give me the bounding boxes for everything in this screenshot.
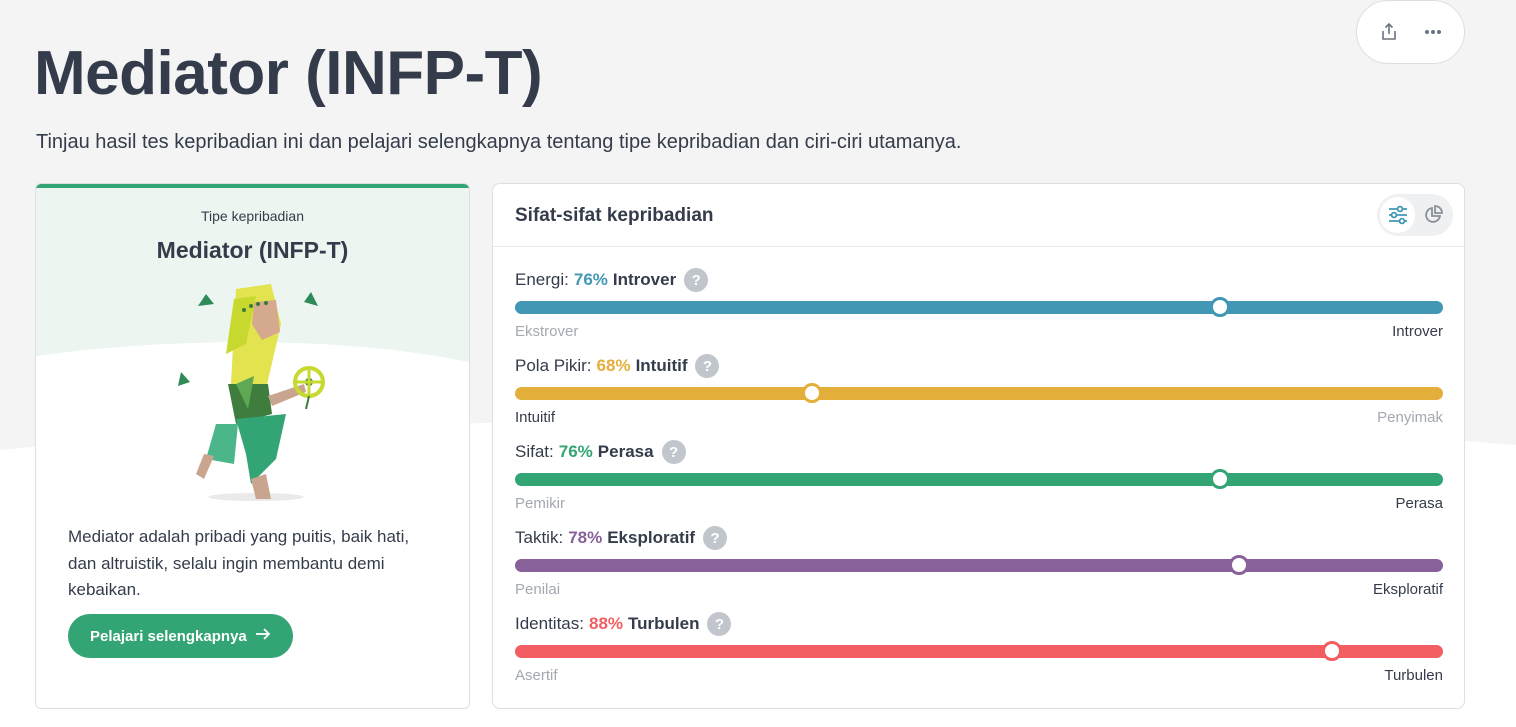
help-icon[interactable]: ? <box>695 354 720 378</box>
trait-poles: Pemikir Perasa <box>515 495 1443 512</box>
trait-percent: 76% <box>558 442 593 461</box>
trait-poles: Ekstrover Introver <box>515 323 1443 340</box>
share-icon[interactable] <box>1378 21 1400 43</box>
trait-percent: 68% <box>596 356 631 375</box>
trait-slider-knob[interactable] <box>1210 469 1231 489</box>
mediator-illustration <box>178 284 325 501</box>
trait-row: Sifat: 76% Perasa ? Pemikir Perasa <box>515 440 1443 520</box>
personality-traits-card: Sifat-sifat kepribadian Energi: 76% Intr… <box>492 183 1465 709</box>
trait-percent: 88% <box>589 614 624 633</box>
help-icon[interactable]: ? <box>707 612 732 636</box>
trait-right-pole: Eksploratif <box>1372 581 1443 598</box>
trait-percent: 76% <box>573 270 608 289</box>
trait-right-pole: Penyimak <box>1377 409 1443 426</box>
sliders-view-icon[interactable] <box>1380 197 1415 233</box>
trait-heading: Identitas: 88% Turbulen ? <box>515 612 1443 636</box>
trait-label: Taktik: <box>515 528 564 547</box>
trait-heading: Pola Pikir: 68% Intuitif ? <box>515 354 1443 378</box>
trait-slider-knob[interactable] <box>1210 297 1231 317</box>
type-name: Mediator (INFP-T) <box>156 237 349 263</box>
trait-poles: Intuitif Penyimak <box>515 409 1443 426</box>
trait-slider-knob[interactable] <box>1321 641 1342 661</box>
learn-more-label: Pelajari selengkapnya <box>90 627 247 645</box>
help-icon[interactable]: ? <box>661 440 686 464</box>
trait-label: Pola Pikir: <box>515 356 592 375</box>
page-title: Mediator (INFP-T) <box>34 39 543 108</box>
pie-chart-view-icon[interactable] <box>1415 197 1450 233</box>
trait-left-pole: Pemikir <box>515 495 566 512</box>
trait-right-pole: Turbulen <box>1384 667 1443 684</box>
traits-title: Sifat-sifat kepribadian <box>515 205 714 226</box>
trait-bar <box>515 387 1443 400</box>
page-actions <box>1356 0 1465 64</box>
trait-bar <box>515 645 1443 658</box>
trait-label: Sifat: <box>515 442 554 461</box>
trait-result: Eksploratif <box>607 528 696 547</box>
trait-poles: Asertif Turbulen <box>515 667 1443 684</box>
help-icon[interactable]: ? <box>703 526 728 550</box>
view-toggle <box>1377 194 1453 236</box>
trait-result: Intuitif <box>635 356 688 375</box>
trait-left-pole: Ekstrover <box>515 323 579 340</box>
trait-result: Turbulen <box>628 614 700 633</box>
trait-right-pole: Perasa <box>1395 495 1443 512</box>
trait-heading: Taktik: 78% Eksploratif ? <box>515 526 1443 550</box>
trait-bar <box>515 301 1443 314</box>
trait-label: Energi: <box>515 270 569 289</box>
trait-right-pole: Introver <box>1392 323 1443 340</box>
trait-bar <box>515 473 1443 486</box>
trait-row: Taktik: 78% Eksploratif ? Penilai Eksplo… <box>515 526 1443 606</box>
trait-heading: Sifat: 76% Perasa ? <box>515 440 1443 464</box>
trait-result: Introver <box>612 270 677 289</box>
learn-more-button[interactable]: Pelajari selengkapnya <box>68 614 293 658</box>
trait-left-pole: Intuitif <box>515 409 556 426</box>
type-label: Tipe kepribadian <box>201 208 304 224</box>
trait-heading: Energi: 76% Introver ? <box>515 268 1443 292</box>
trait-row: Energi: 76% Introver ? Ekstrover Introve… <box>515 268 1443 348</box>
page-subtitle: Tinjau hasil tes kepribadian ini dan pel… <box>36 131 962 153</box>
more-icon[interactable] <box>1422 21 1444 43</box>
traits-header: Sifat-sifat kepribadian <box>493 184 1464 247</box>
personality-type-card: Tipe kepribadian Mediator (INFP-T) Media… <box>35 183 470 709</box>
trait-label: Identitas: <box>515 614 584 633</box>
trait-bar <box>515 559 1443 572</box>
trait-left-pole: Penilai <box>515 581 561 598</box>
trait-poles: Penilai Eksploratif <box>515 581 1443 598</box>
type-description: Mediator adalah pribadi yang puitis, bai… <box>68 527 410 599</box>
help-icon[interactable]: ? <box>684 268 709 292</box>
trait-row: Pola Pikir: 68% Intuitif ? Intuitif Peny… <box>515 354 1443 434</box>
trait-left-pole: Asertif <box>515 667 558 684</box>
trait-row: Identitas: 88% Turbulen ? Asertif Turbul… <box>515 612 1443 692</box>
trait-result: Perasa <box>597 442 654 461</box>
arrow-right-icon <box>255 627 271 645</box>
trait-percent: 78% <box>568 528 603 547</box>
trait-slider-knob[interactable] <box>801 383 822 403</box>
trait-slider-knob[interactable] <box>1228 555 1249 575</box>
